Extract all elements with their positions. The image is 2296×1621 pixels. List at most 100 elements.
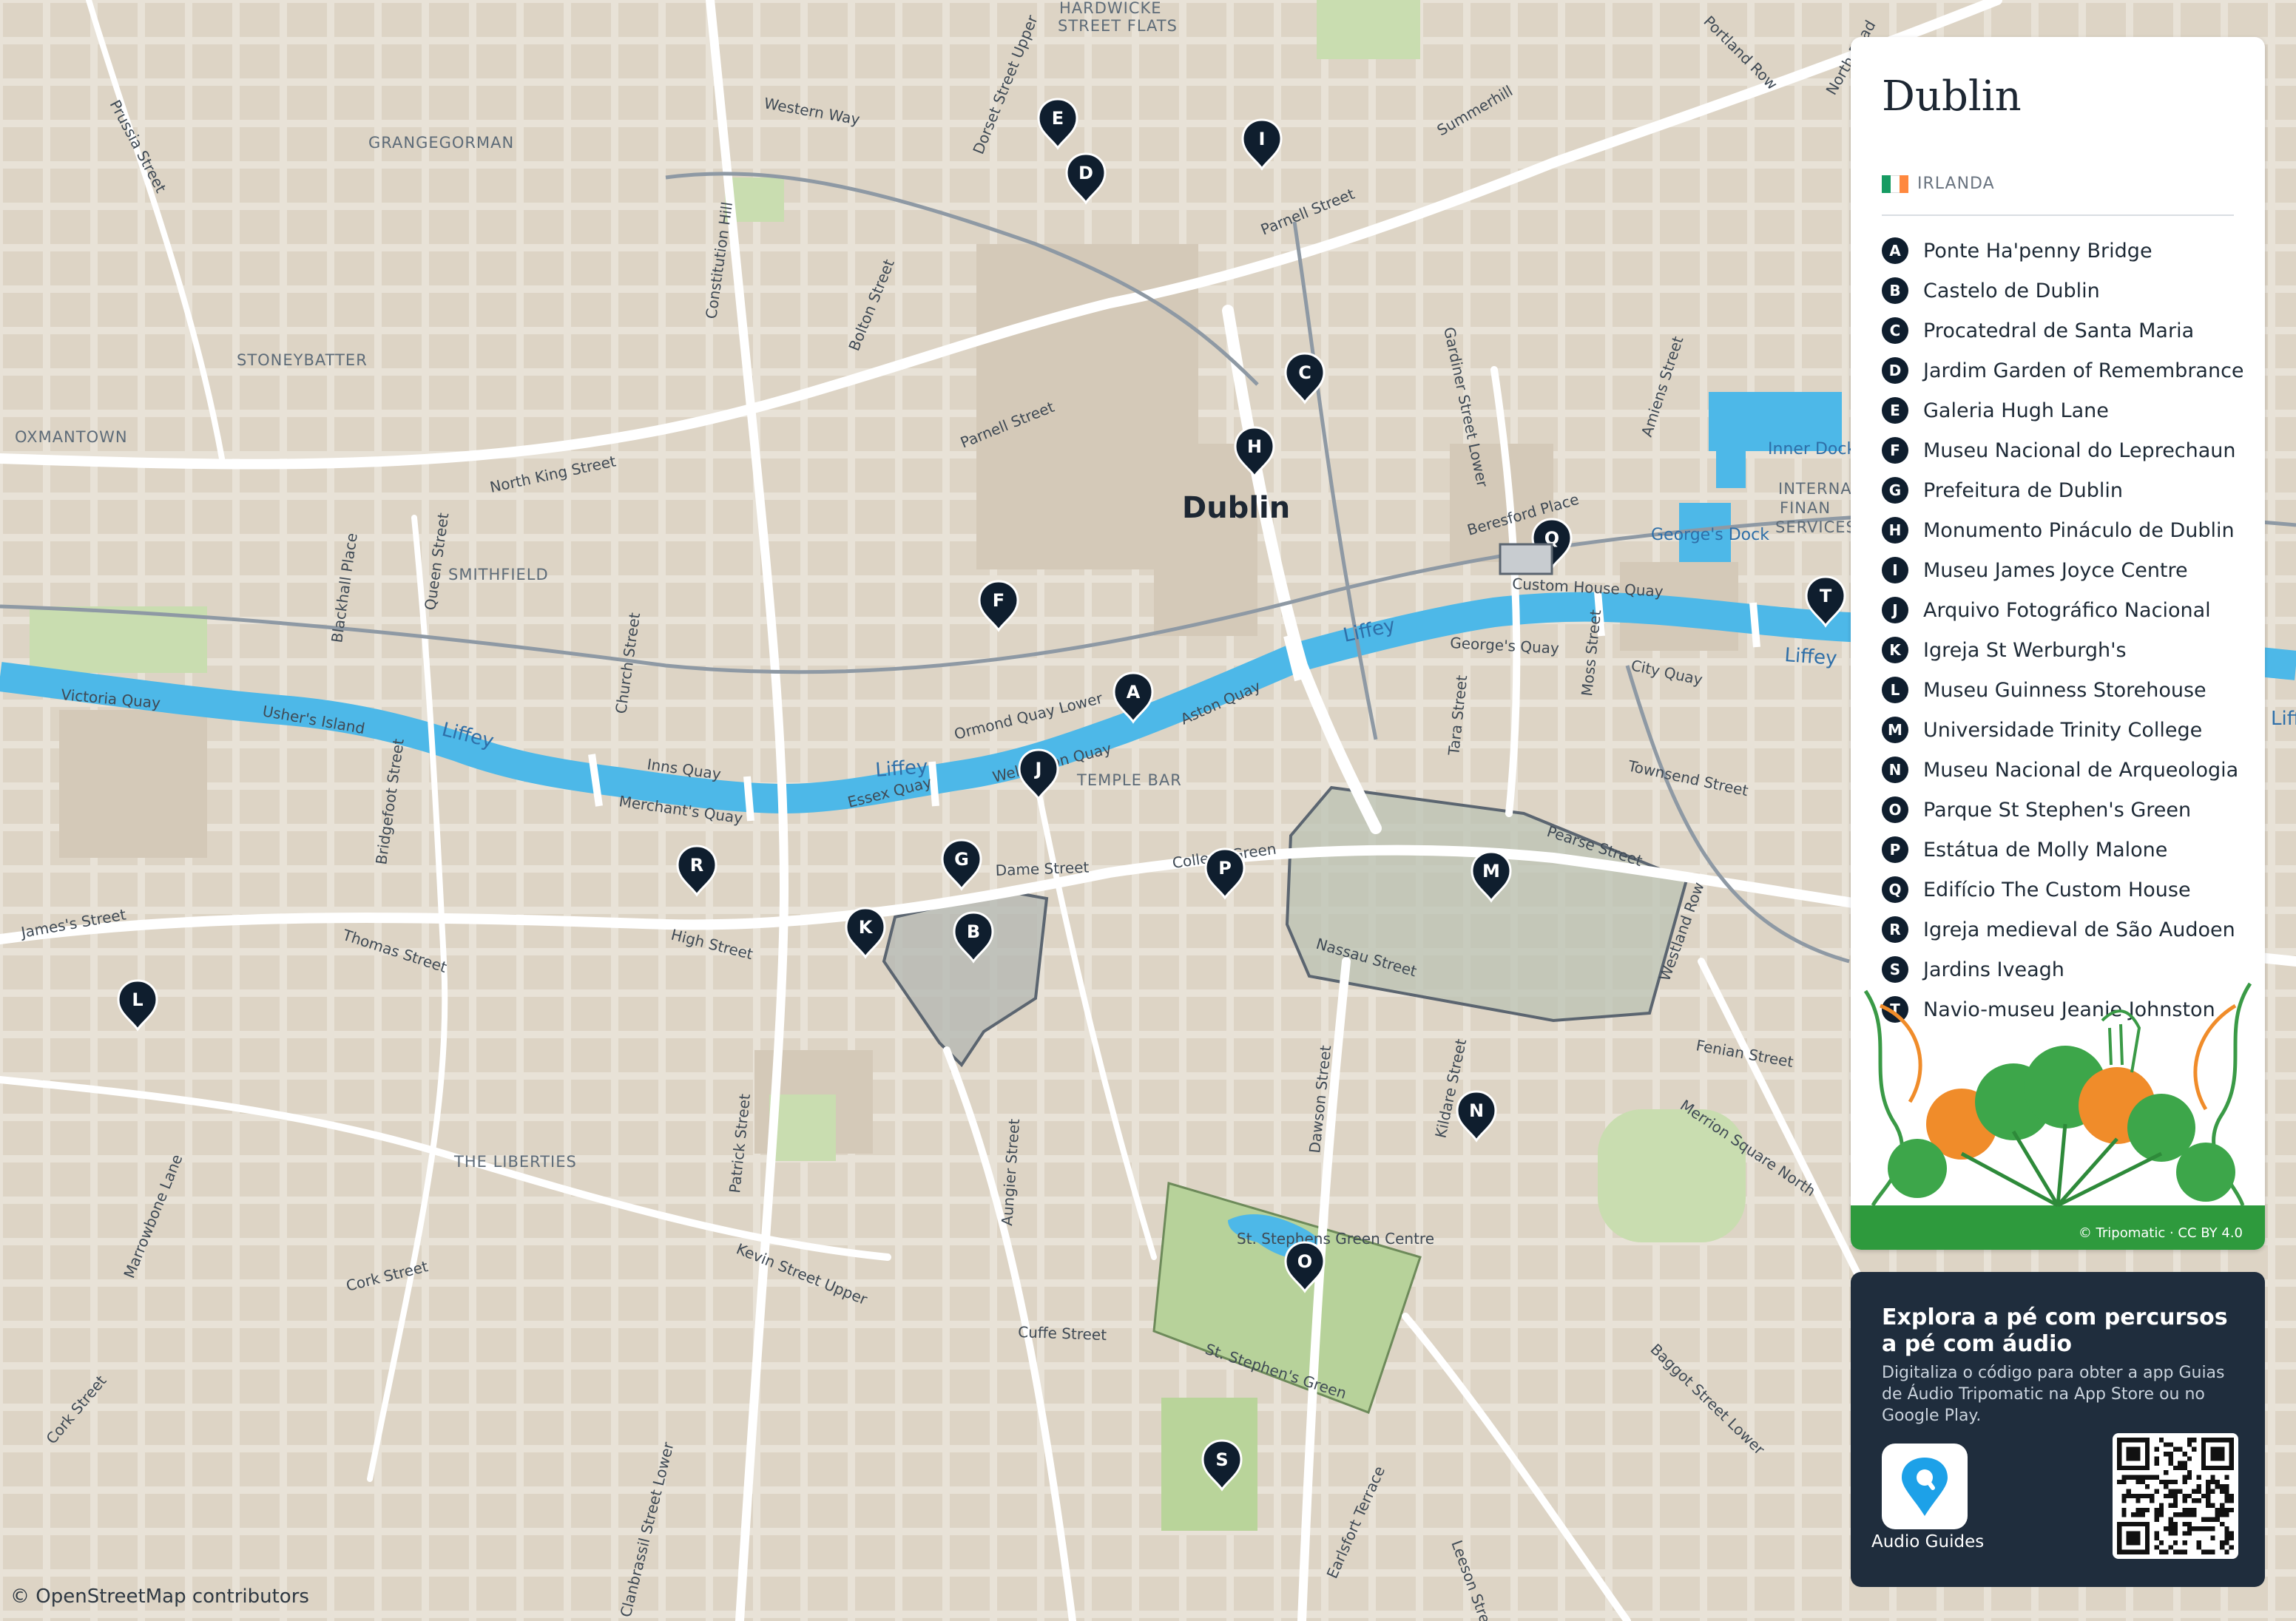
street-label: St. Stephens Green Centre <box>1237 1230 1434 1248</box>
poi-marker-letter: S <box>1215 1449 1228 1470</box>
poi-badge: P <box>1882 836 1908 863</box>
harp-icon <box>2101 1009 2141 1073</box>
legend-country: IRLANDA <box>1917 175 1995 193</box>
poi-list-item[interactable]: G Prefeitura de Dublin <box>1882 470 2244 510</box>
district-label: STREET FLATS <box>1058 17 1178 35</box>
poi-list-item[interactable]: D Jardim Garden of Remembrance <box>1882 351 2244 390</box>
poi-marker-letter: B <box>967 921 980 942</box>
street-label: Cuffe Street <box>1018 1323 1107 1344</box>
poi-badge: F <box>1882 437 1908 464</box>
poi-marker-letter: K <box>859 917 874 938</box>
legend-panel: Dublin IRLANDA A Ponte Ha'penny Bridge BC… <box>1851 37 2265 1250</box>
flag-stripe-orange <box>1900 175 1908 193</box>
poi-marker-letter: N <box>1469 1100 1484 1121</box>
poi-badge: D <box>1882 357 1908 384</box>
flag-stripe-white <box>1891 175 1900 193</box>
poi-marker-letter: P <box>1218 858 1232 879</box>
poi-name: Igreja medieval de São Audoen <box>1923 918 2235 941</box>
poi-name: Jardim Garden of Remembrance <box>1923 359 2244 382</box>
poi-marker-letter: H <box>1247 436 1262 457</box>
audio-guide-promo: Explora a pé com percursos a pé com áudi… <box>1851 1272 2265 1587</box>
poi-list-item[interactable]: R Igreja medieval de São Audoen <box>1882 910 2244 950</box>
poi-name: Museu Nacional de Arqueologia <box>1923 758 2239 782</box>
poi-name: Edifício The Custom House <box>1923 878 2191 901</box>
poi-name: Igreja St Werburgh's <box>1923 638 2127 662</box>
poi-list-item[interactable]: Q Edifício The Custom House <box>1882 870 2244 910</box>
poi-marker-letter: A <box>1127 682 1141 703</box>
district-label: TEMPLE BAR <box>1076 771 1182 789</box>
country-row: IRLANDA <box>1882 175 1995 193</box>
promo-text: Digitaliza o código para obter a app Gui… <box>1882 1364 2225 1425</box>
poi-marker-letter: R <box>690 855 703 876</box>
qr-code-icon[interactable] <box>2113 1433 2238 1559</box>
poi-name: Museu James Joyce Centre <box>1923 558 2188 582</box>
district-label: INTERNAT <box>1778 480 1861 498</box>
poi-marker-letter: G <box>954 849 969 870</box>
poi-name: Galeria Hugh Lane <box>1923 399 2109 422</box>
poi-list-item[interactable]: C Procatedral de Santa Maria <box>1882 311 2244 351</box>
district-label: HARDWICKE <box>1059 0 1162 17</box>
poi-badge: E <box>1882 397 1908 424</box>
poi-list-item[interactable]: M Universidade Trinity College <box>1882 710 2244 750</box>
district-label: SERVICES <box>1775 518 1857 536</box>
poi-name: Prefeitura de Dublin <box>1923 478 2123 502</box>
custom-house-building <box>1499 543 1553 575</box>
poi-list-item[interactable]: A Ponte Ha'penny Bridge <box>1882 231 2244 271</box>
ireland-flag-icon <box>1882 175 1908 193</box>
poi-badge: G <box>1882 477 1908 504</box>
poi-badge: H <box>1882 517 1908 544</box>
flag-stripe-green <box>1882 175 1891 193</box>
poi-list: A Ponte Ha'penny Bridge B Castelo de Dubli… <box>1882 231 2244 1029</box>
legend-city-title: Dublin <box>1882 72 2022 121</box>
water-label: George's Dock <box>1651 526 1769 544</box>
poi-list-item[interactable]: N Museu Nacional de Arqueologia <box>1882 750 2244 790</box>
poi-list-item[interactable]: E Galeria Hugh Lane <box>1882 390 2244 430</box>
poi-marker-letter: I <box>1259 129 1266 149</box>
water-label: Liffey <box>874 756 928 782</box>
water-label: Inner Dock <box>1768 440 1856 458</box>
poi-marker-letter: D <box>1078 163 1093 183</box>
poi-badge: I <box>1882 557 1908 583</box>
poi-name: Arquivo Fotográfico Nacional <box>1923 598 2211 622</box>
poi-badge: B <box>1882 277 1908 304</box>
poi-list-item[interactable]: K Igreja St Werburgh's <box>1882 630 2244 670</box>
legend-divider <box>1882 214 2234 216</box>
district-label: THE LIBERTIES <box>453 1153 577 1171</box>
poi-list-item[interactable]: L Museu Guinness Storehouse <box>1882 670 2244 710</box>
poi-list-item[interactable]: I Museu James Joyce Centre <box>1882 550 2244 590</box>
poi-list-item[interactable]: P Estátua de Molly Malone <box>1882 830 2244 870</box>
water-label: Liffe <box>2271 708 2296 730</box>
poi-badge: C <box>1882 317 1908 344</box>
district-label: GRANGEGORMAN <box>368 134 514 152</box>
poi-marker-letter: E <box>1052 108 1064 129</box>
poi-list-item[interactable]: H Monumento Pináculo de Dublin <box>1882 510 2244 550</box>
poi-list-item[interactable]: O Parque St Stephen's Green <box>1882 790 2244 830</box>
poi-list-item[interactable]: J Arquivo Fotográfico Nacional <box>1882 590 2244 630</box>
poi-marker-letter: F <box>993 590 1004 611</box>
street-label: Dame Street <box>995 859 1089 879</box>
poi-name: Universidade Trinity College <box>1923 718 2203 742</box>
poi-list-item[interactable]: F Museu Nacional do Leprechaun <box>1882 430 2244 470</box>
poi-badge: J <box>1882 597 1908 623</box>
poi-badge: Q <box>1882 876 1908 903</box>
poi-name: Procatedral de Santa Maria <box>1923 319 2195 342</box>
poi-badge: N <box>1882 757 1908 783</box>
district-label: STONEYBATTER <box>237 351 368 369</box>
poi-marker-letter: L <box>132 989 143 1010</box>
poi-badge: L <box>1882 677 1908 703</box>
osm-attribution[interactable]: © OpenStreetMap contributors <box>10 1586 309 1608</box>
app-label: Audio Guides <box>1871 1532 1985 1551</box>
shamrock-illustration <box>1851 982 2265 1250</box>
poi-name: Estátua de Molly Malone <box>1923 838 2168 862</box>
poi-marker-letter: O <box>1297 1251 1312 1272</box>
poi-list-item[interactable]: B Castelo de Dublin <box>1882 271 2244 311</box>
promo-title: Explora a pé com percursos a pé com áudi… <box>1882 1304 2228 1357</box>
poi-badge: K <box>1882 637 1908 663</box>
water-label: Liffey <box>1784 644 1838 670</box>
poi-marker-letter: T <box>1820 586 1832 606</box>
poi-badge: M <box>1882 717 1908 743</box>
district-label: OXMANTOWN <box>15 428 128 446</box>
app-icon[interactable] <box>1882 1444 1968 1529</box>
tripomatic-credit[interactable]: © Tripomatic · CC BY 4.0 <box>2079 1225 2243 1241</box>
district-label: SMITHFIELD <box>448 566 549 583</box>
